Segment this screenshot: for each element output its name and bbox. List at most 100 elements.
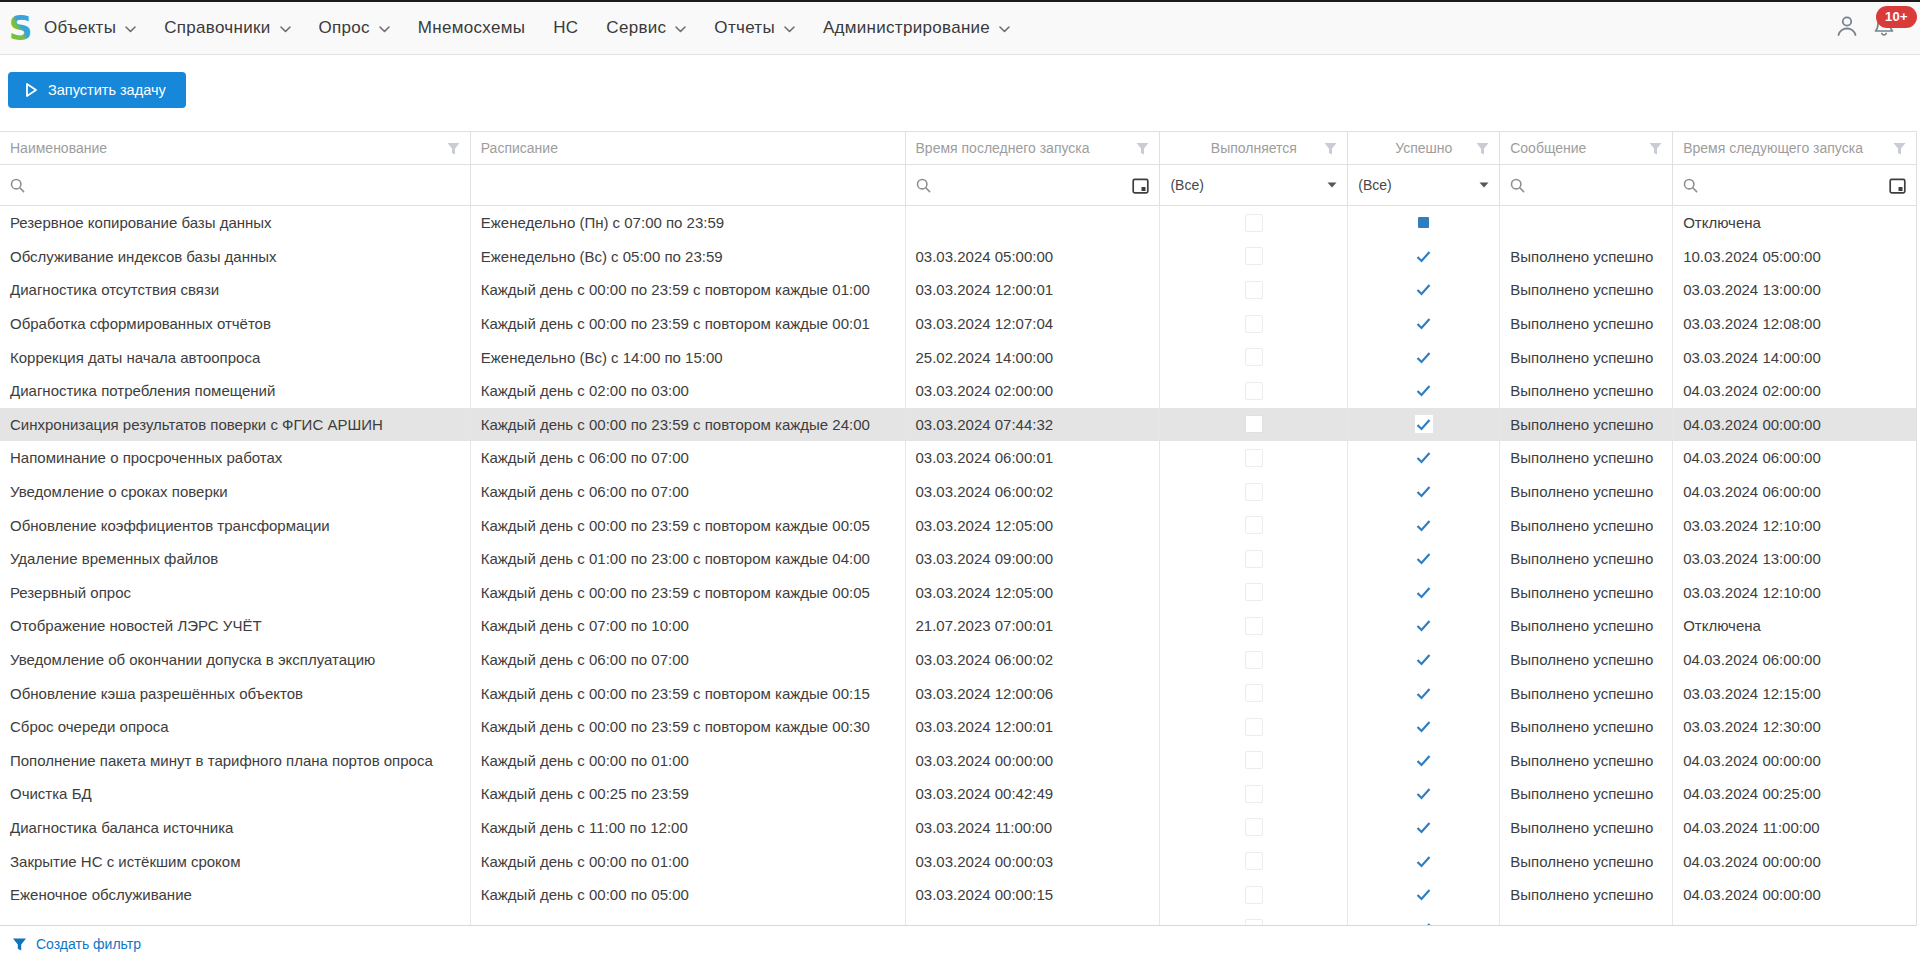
column-filter-icon[interactable] — [1476, 142, 1489, 155]
success-checkbox[interactable] — [1415, 852, 1433, 870]
column-header[interactable]: Сообщение — [1500, 132, 1673, 164]
dropdown-caret-icon[interactable] — [1479, 182, 1489, 188]
running-checkbox[interactable] — [1245, 852, 1263, 870]
task-row[interactable]: Удаление временных файловКаждый день с 0… — [0, 542, 1916, 576]
success-checkbox[interactable] — [1415, 583, 1433, 601]
nav-item[interactable]: Мнемосхемы — [418, 18, 525, 38]
task-row[interactable]: Диагностика потребления помещенийКаждый … — [0, 374, 1916, 408]
create-filter-link[interactable]: Создать фильтр — [36, 936, 141, 952]
task-row[interactable]: Уведомление об окончании допуска в экспл… — [0, 643, 1916, 677]
running-checkbox[interactable] — [1245, 449, 1263, 467]
task-row[interactable]: Диагностика отсутствия связиКаждый день … — [0, 273, 1916, 307]
task-row[interactable]: Напоминание о просроченных работахКаждый… — [0, 441, 1916, 475]
success-checkbox[interactable] — [1415, 886, 1433, 904]
success-checkbox[interactable] — [1415, 382, 1433, 400]
nav-item[interactable]: Сервис — [606, 18, 686, 38]
running-checkbox[interactable] — [1245, 919, 1263, 926]
task-row[interactable]: Коррекция даты начала автоопросаЕженедел… — [0, 340, 1916, 374]
running-checkbox[interactable] — [1245, 315, 1263, 333]
task-row[interactable]: Обслуживание индексов базы данныхЕженеде… — [0, 240, 1916, 274]
running-checkbox[interactable] — [1245, 886, 1263, 904]
task-row[interactable]: Пополнение пакета минут в тарифного план… — [0, 744, 1916, 778]
filter-cell[interactable] — [1500, 165, 1673, 205]
success-checkbox[interactable] — [1415, 247, 1433, 265]
running-checkbox[interactable] — [1245, 751, 1263, 769]
running-checkbox[interactable] — [1245, 415, 1263, 433]
calendar-icon[interactable] — [1889, 177, 1906, 194]
task-row[interactable]: Отображение новостей ЛЭРС УЧЁТКаждый ден… — [0, 609, 1916, 643]
success-checkbox[interactable] — [1415, 449, 1433, 467]
task-row[interactable]: Резервный опросКаждый день с 00:00 по 23… — [0, 576, 1916, 610]
success-checkbox[interactable] — [1415, 516, 1433, 534]
running-checkbox[interactable] — [1245, 785, 1263, 803]
running-checkbox[interactable] — [1245, 247, 1263, 265]
success-checkbox-indeterminate[interactable] — [1415, 214, 1433, 232]
filter-cell[interactable]: (Все) — [1348, 165, 1500, 205]
success-checkbox[interactable] — [1415, 651, 1433, 669]
dropdown-caret-icon[interactable] — [1327, 182, 1337, 188]
task-row[interactable] — [0, 911, 1916, 926]
column-header[interactable]: Наименование — [0, 132, 471, 164]
column-header[interactable]: Время последнего запуска — [906, 132, 1161, 164]
column-filter-icon[interactable] — [447, 142, 460, 155]
task-row[interactable]: Синхронизация результатов поверки с ФГИС… — [0, 408, 1916, 442]
success-checkbox[interactable] — [1415, 415, 1433, 433]
running-checkbox[interactable] — [1245, 483, 1263, 501]
task-row[interactable]: Резервное копирование базы данныхЕженеде… — [0, 206, 1916, 240]
column-header[interactable]: Выполняется — [1160, 132, 1348, 164]
success-checkbox[interactable] — [1415, 751, 1433, 769]
nav-item[interactable]: НС — [553, 18, 578, 38]
task-row[interactable]: Диагностика баланса источникаКаждый день… — [0, 811, 1916, 845]
notifications-button[interactable]: 10+ — [1872, 14, 1896, 42]
running-checkbox[interactable] — [1245, 516, 1263, 534]
running-checkbox[interactable] — [1245, 583, 1263, 601]
nav-item[interactable]: Опрос — [319, 18, 390, 38]
column-filter-icon[interactable] — [1324, 142, 1337, 155]
running-checkbox[interactable] — [1245, 382, 1263, 400]
running-checkbox[interactable] — [1245, 718, 1263, 736]
success-checkbox[interactable] — [1415, 617, 1433, 635]
filter-cell[interactable] — [906, 165, 1161, 205]
task-row[interactable]: Еженочное обслуживаниеКаждый день с 00:0… — [0, 878, 1916, 912]
task-row[interactable]: Уведомление о сроках поверкиКаждый день … — [0, 475, 1916, 509]
filter-cell[interactable]: (Все) — [1160, 165, 1348, 205]
nav-item[interactable]: Отчеты — [714, 18, 795, 38]
filter-cell[interactable] — [471, 165, 906, 205]
column-header[interactable]: Время следующего запуска — [1673, 132, 1916, 164]
running-checkbox[interactable] — [1245, 550, 1263, 568]
nav-item[interactable]: Администрирование — [823, 18, 1010, 38]
success-checkbox[interactable] — [1415, 919, 1433, 926]
filter-cell[interactable] — [1673, 165, 1916, 205]
running-checkbox[interactable] — [1245, 281, 1263, 299]
nav-item[interactable]: Справочники — [164, 18, 290, 38]
success-checkbox[interactable] — [1415, 718, 1433, 736]
filter-cell[interactable] — [0, 165, 471, 205]
success-checkbox[interactable] — [1415, 785, 1433, 803]
run-task-button[interactable]: Запустить задачу — [8, 72, 186, 108]
success-checkbox[interactable] — [1415, 315, 1433, 333]
task-row[interactable]: Очистка БДКаждый день с 00:25 по 23:5903… — [0, 777, 1916, 811]
column-header[interactable]: Расписание — [471, 132, 906, 164]
column-filter-icon[interactable] — [1136, 142, 1149, 155]
task-row[interactable]: Закрытие НС с истёкшим срокомКаждый день… — [0, 844, 1916, 878]
task-row[interactable]: Обновление кэша разрешённых объектовКажд… — [0, 676, 1916, 710]
task-row[interactable]: Обработка сформированных отчётовКаждый д… — [0, 307, 1916, 341]
running-checkbox[interactable] — [1245, 684, 1263, 702]
running-checkbox[interactable] — [1245, 214, 1263, 232]
success-checkbox[interactable] — [1415, 281, 1433, 299]
success-checkbox[interactable] — [1415, 483, 1433, 501]
calendar-icon[interactable] — [1132, 177, 1149, 194]
column-filter-icon[interactable] — [1649, 142, 1662, 155]
task-row[interactable]: Обновление коэффициентов трансформацииКа… — [0, 508, 1916, 542]
running-checkbox[interactable] — [1245, 617, 1263, 635]
column-filter-icon[interactable] — [1893, 142, 1906, 155]
success-checkbox[interactable] — [1415, 550, 1433, 568]
success-checkbox[interactable] — [1415, 818, 1433, 836]
column-header[interactable]: Успешно — [1348, 132, 1500, 164]
success-checkbox[interactable] — [1415, 348, 1433, 366]
running-checkbox[interactable] — [1245, 818, 1263, 836]
task-row[interactable]: Сброс очереди опросаКаждый день с 00:00 … — [0, 710, 1916, 744]
user-menu-button[interactable] — [1834, 13, 1860, 43]
running-checkbox[interactable] — [1245, 651, 1263, 669]
success-checkbox[interactable] — [1415, 684, 1433, 702]
